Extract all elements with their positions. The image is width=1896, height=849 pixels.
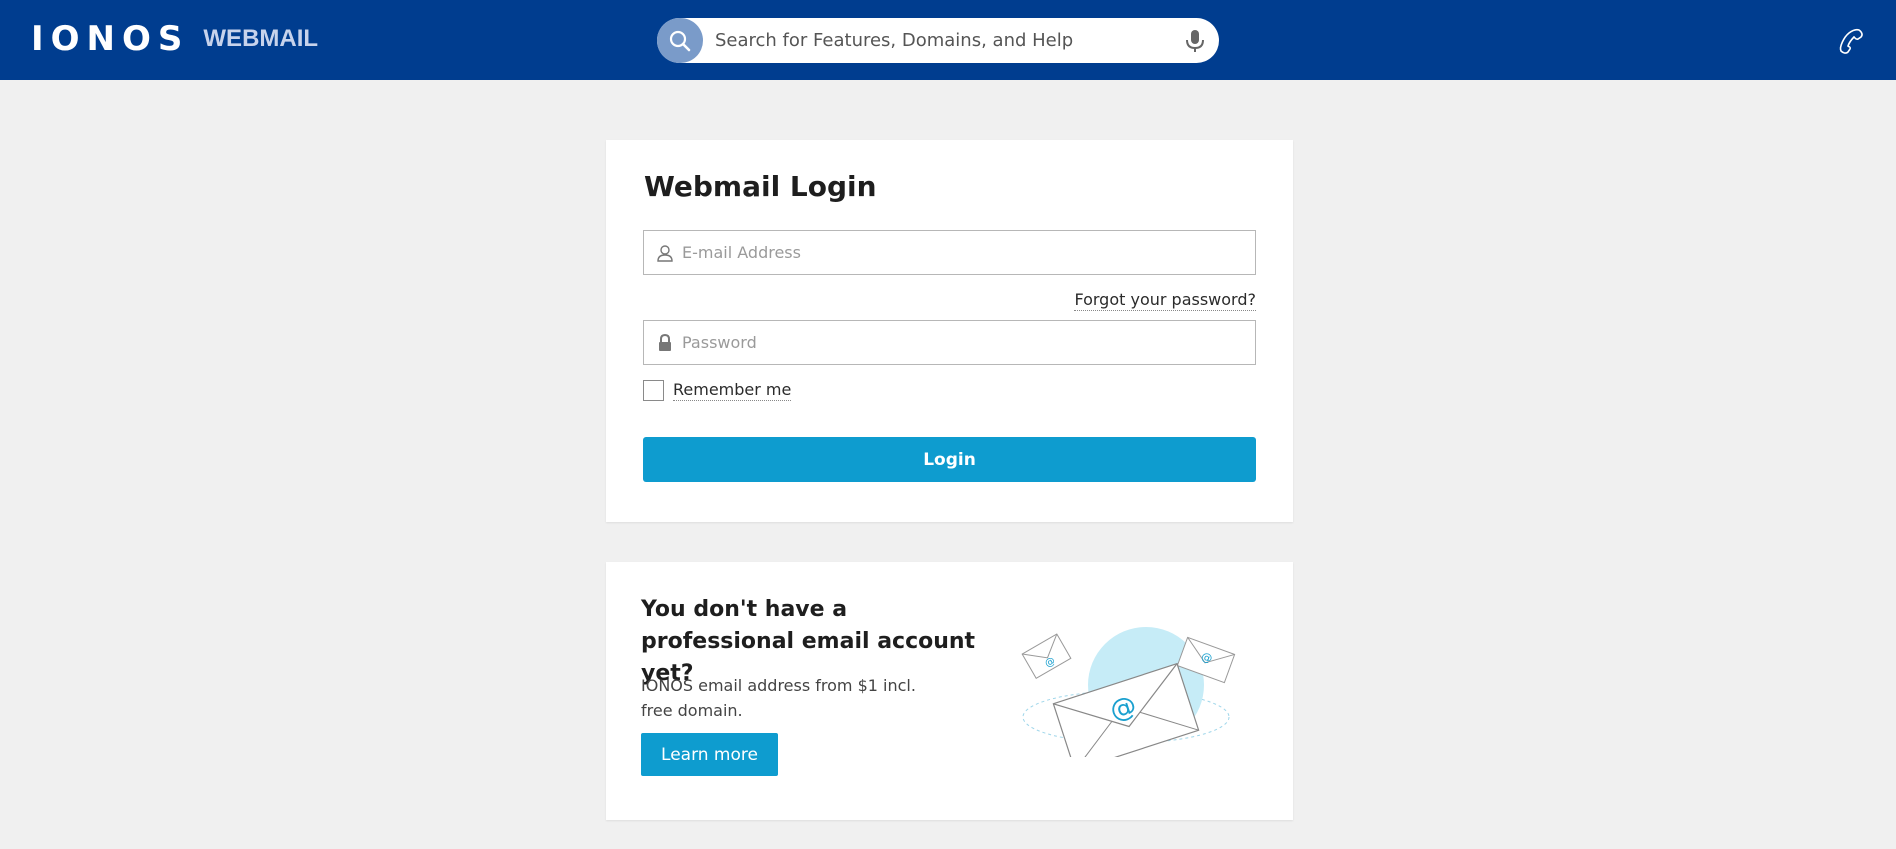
microphone-icon[interactable] bbox=[1184, 29, 1206, 53]
login-button[interactable]: Login bbox=[643, 437, 1256, 482]
email-envelopes-illustration: @ @ @ bbox=[1021, 627, 1236, 757]
password-field[interactable] bbox=[643, 320, 1256, 365]
search-bar bbox=[657, 18, 1219, 63]
remember-me[interactable]: Remember me bbox=[643, 380, 792, 401]
login-card: Webmail Login Forgot your password? Reme… bbox=[606, 140, 1293, 522]
login-title: Webmail Login bbox=[644, 170, 877, 203]
promo-text: IONOS email address from $1 incl. free d… bbox=[641, 676, 916, 720]
learn-more-button[interactable]: Learn more bbox=[641, 733, 778, 776]
forgot-password-link[interactable]: Forgot your password? bbox=[1074, 290, 1256, 311]
user-icon bbox=[657, 245, 673, 262]
remember-me-label[interactable]: Remember me bbox=[673, 380, 792, 401]
search-icon bbox=[669, 30, 691, 51]
email-input[interactable] bbox=[682, 231, 1242, 274]
ionos-logo: IONOS bbox=[31, 19, 190, 59]
search-input[interactable] bbox=[715, 18, 1155, 63]
promo-card: You don't have a professional email acco… bbox=[606, 562, 1293, 820]
search-button[interactable] bbox=[657, 18, 703, 63]
brand[interactable]: IONOS WEBMAIL bbox=[31, 17, 318, 61]
lock-icon bbox=[659, 334, 671, 351]
phone-icon[interactable] bbox=[1835, 27, 1865, 57]
email-field[interactable] bbox=[643, 230, 1256, 275]
product-name: WEBMAIL bbox=[203, 25, 319, 52]
remember-me-checkbox[interactable] bbox=[643, 380, 664, 401]
top-bar: IONOS WEBMAIL bbox=[0, 0, 1896, 80]
password-input[interactable] bbox=[682, 321, 1242, 364]
